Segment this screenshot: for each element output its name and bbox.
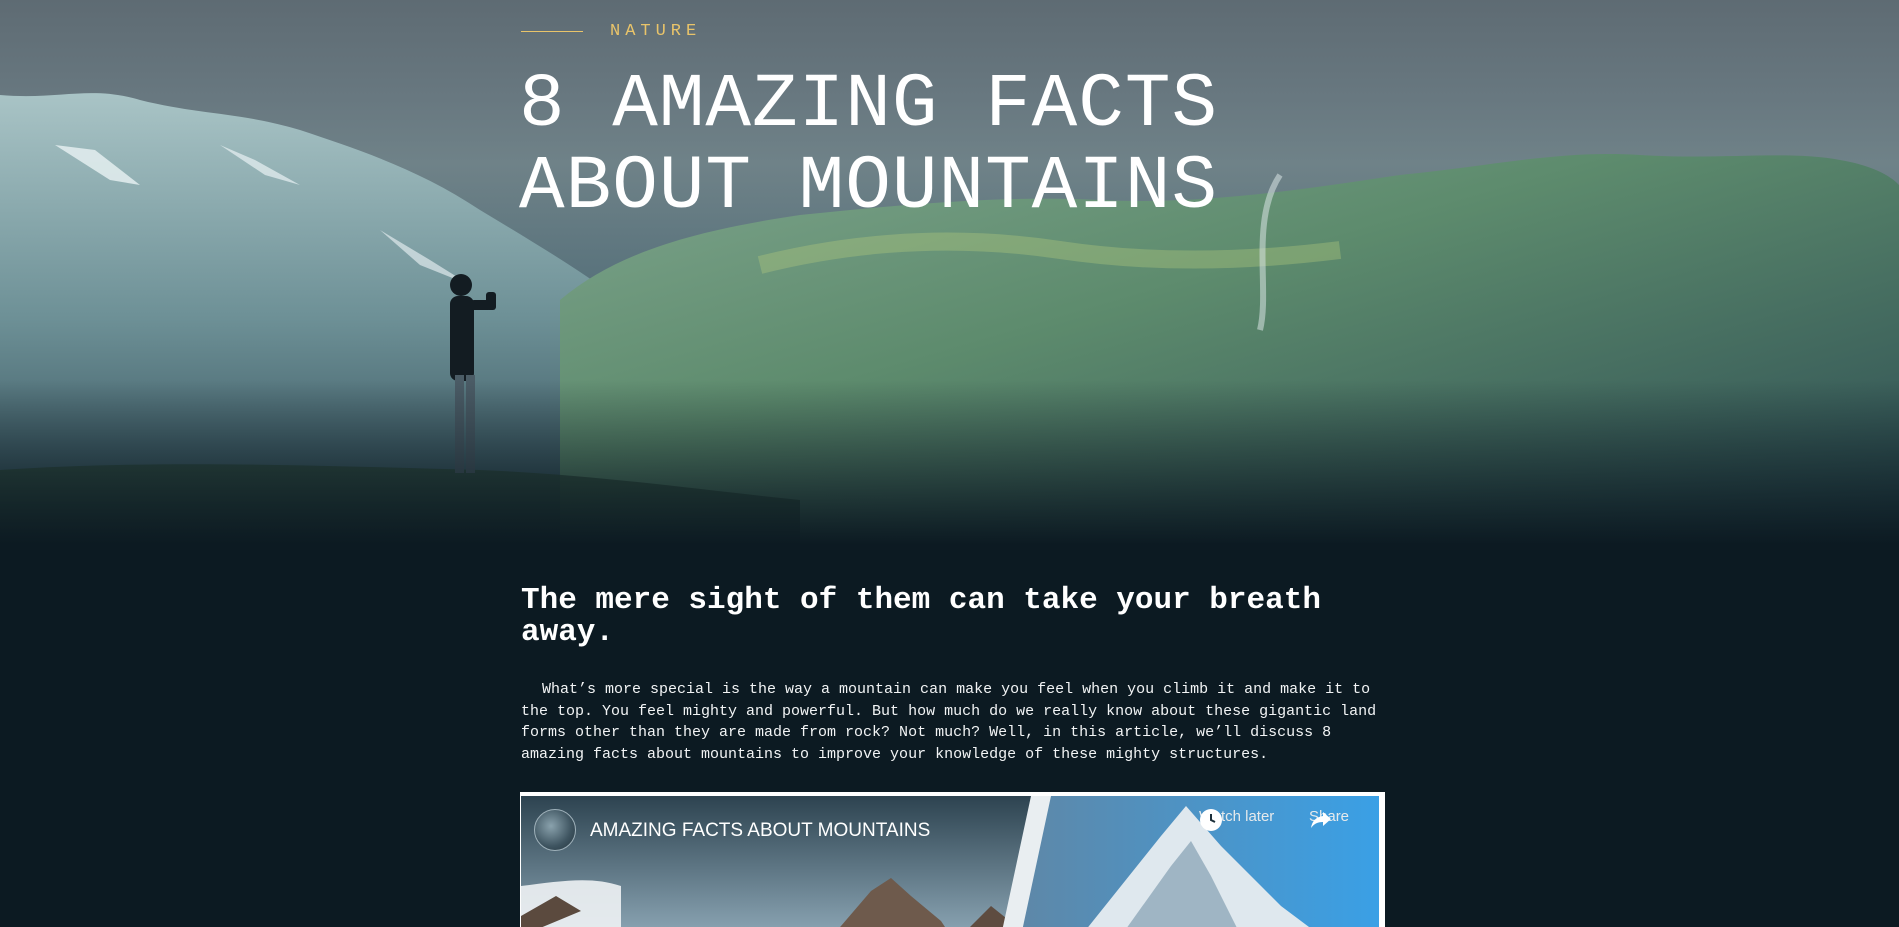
kicker-divider xyxy=(521,31,583,32)
category-label[interactable]: NATURE xyxy=(610,22,701,41)
hero-banner: NATURE 8 AMAZING FACTS ABOUT MOUNTAINS xyxy=(0,0,1899,545)
share-icon xyxy=(1311,812,1331,828)
article-subheading: The mere sight of them can take your bre… xyxy=(521,583,1321,650)
page-title: 8 AMAZING FACTS ABOUT MOUNTAINS xyxy=(519,64,1279,228)
share-button[interactable]: Share xyxy=(1309,808,1349,828)
article-paragraph: What’s more special is the way a mountai… xyxy=(521,681,1377,763)
article-body: The mere sight of them can take your bre… xyxy=(521,585,1385,765)
video-title[interactable]: AMAZING FACTS ABOUT MOUNTAINS xyxy=(590,820,930,842)
clock-icon xyxy=(1200,809,1222,831)
title-line-2: ABOUT MOUNTAINS xyxy=(519,144,1219,230)
title-line-1: 8 AMAZING FACTS xyxy=(519,62,1219,148)
video-player[interactable]: AMAZING FACTS ABOUT MOUNTAINS Watch late… xyxy=(521,796,1379,927)
video-embed[interactable]: AMAZING FACTS ABOUT MOUNTAINS Watch late… xyxy=(520,792,1385,927)
watch-later-button[interactable]: Watch later xyxy=(1199,808,1274,831)
category-row: NATURE xyxy=(521,22,701,41)
channel-avatar[interactable] xyxy=(534,809,576,851)
